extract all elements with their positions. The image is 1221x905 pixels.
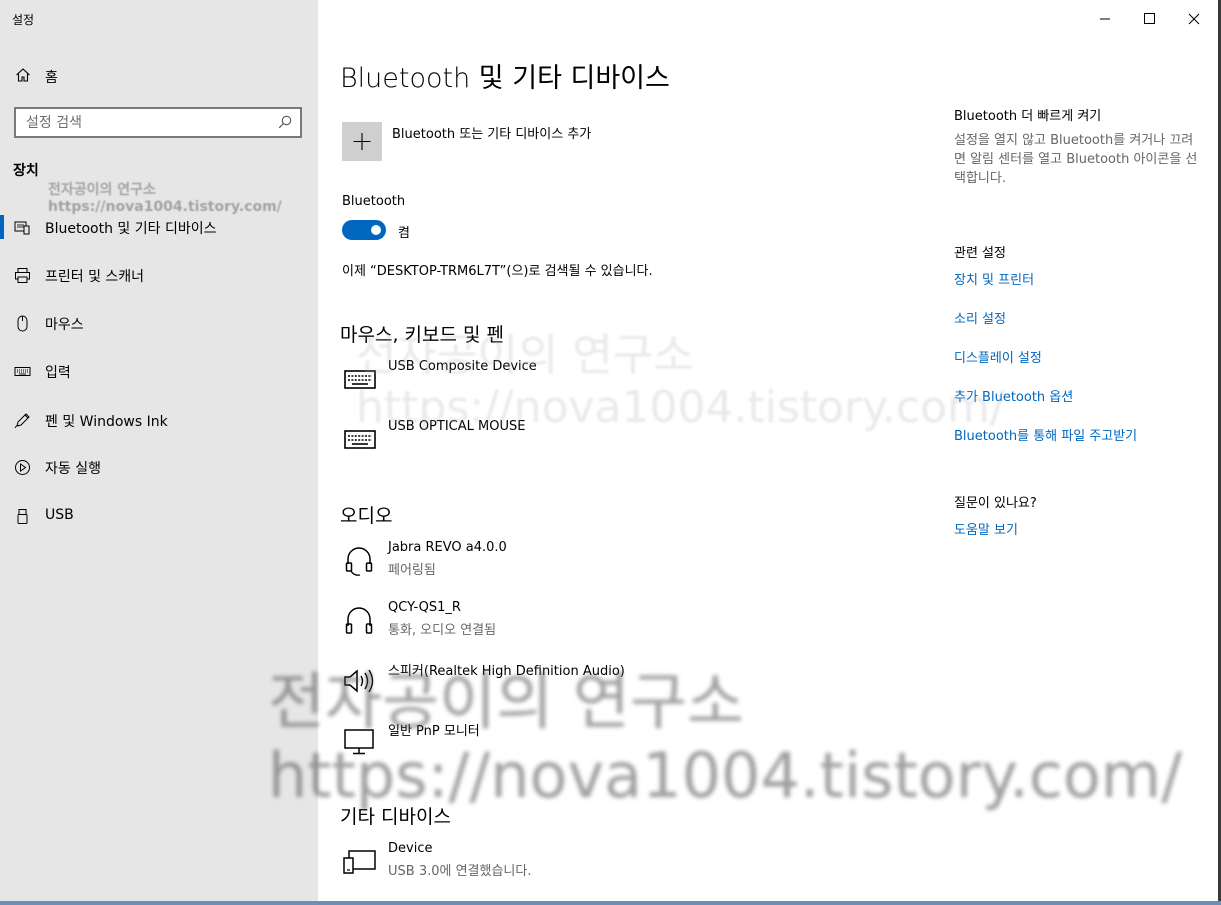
maximize-icon: [1144, 13, 1155, 24]
maximize-button[interactable]: [1126, 6, 1172, 32]
group-title-audio: 오디오: [340, 505, 393, 527]
mouse-icon: [17, 315, 28, 332]
sidebar-item-label: Bluetooth 및 기타 디바이스: [45, 221, 217, 237]
link-bluetooth-file-transfer[interactable]: Bluetooth를 통해 파일 주고받기: [954, 425, 1137, 444]
minimize-icon: [1100, 18, 1110, 20]
main-panel: Bluetooth 및 기타 디바이스 Bluetooth 또는 기타 디바이스…: [318, 0, 1221, 905]
device-item[interactable]: USB OPTICAL MOUSE: [338, 419, 898, 469]
sidebar-item-usb[interactable]: USB: [0, 496, 318, 536]
sidebar: 설정 홈 장치 Bluetooth 및 기타 디바이스: [0, 0, 318, 905]
sidebar-item-autoplay[interactable]: 자동 실행: [0, 447, 318, 487]
search-icon[interactable]: [278, 115, 292, 129]
add-device-label[interactable]: Bluetooth 또는 기타 디바이스 추가: [392, 123, 591, 142]
device-item[interactable]: Device USB 3.0에 연결했습니다.: [338, 841, 898, 891]
bluetooth-devices-icon: [14, 221, 30, 235]
sidebar-item-label: 입력: [45, 365, 71, 381]
sidebar-item-label: USB: [45, 507, 74, 523]
device-status: 페어링됨: [388, 563, 436, 578]
search-box[interactable]: [14, 107, 302, 138]
related-settings-title: 관련 설정: [954, 246, 1006, 261]
sidebar-item-bluetooth[interactable]: Bluetooth 및 기타 디바이스: [0, 207, 318, 247]
sidebar-item-label: 펜 및 Windows Ink: [45, 414, 168, 430]
nav-home-label: 홈: [45, 70, 58, 86]
device-item[interactable]: USB Composite Device: [338, 359, 898, 409]
nav-home[interactable]: 홈: [0, 62, 318, 90]
device-status: USB 3.0에 연결했습니다.: [388, 864, 532, 879]
sidebar-item-typing[interactable]: 입력: [0, 351, 318, 391]
device-status: 통화, 오디오 연결됨: [388, 623, 497, 638]
add-device-button[interactable]: [342, 122, 382, 161]
question-title: 질문이 있나요?: [954, 496, 1037, 511]
sidebar-item-label: 마우스: [45, 317, 84, 333]
section-title: 장치: [13, 163, 39, 179]
device-name: 스피커(Realtek High Definition Audio): [388, 664, 625, 679]
minimize-button[interactable]: [1082, 6, 1128, 32]
device-item[interactable]: QCY-QS1_R 통화, 오디오 연결됨: [338, 600, 898, 650]
device-name: USB OPTICAL MOUSE: [388, 419, 526, 434]
discoverable-text: 이제 “DESKTOP-TRM6L7T”(으)로 검색될 수 있습니다.: [342, 264, 653, 279]
page-title: Bluetooth 및 기타 디바이스: [340, 63, 670, 94]
headphones-icon: [345, 607, 373, 634]
app-title: 설정: [12, 13, 35, 27]
sidebar-item-label: 프린터 및 스캐너: [45, 269, 145, 285]
device-name: 일반 PnP 모니터: [388, 724, 480, 739]
device-item[interactable]: 스피커(Realtek High Definition Audio): [338, 660, 898, 710]
keyboard-icon: [344, 370, 376, 389]
device-name: QCY-QS1_R: [388, 600, 461, 615]
sidebar-item-pen[interactable]: 펜 및 Windows Ink: [0, 400, 318, 440]
monitor-icon: [344, 729, 374, 755]
headset-icon: [345, 547, 373, 576]
faster-text: 설정을 열지 않고 Bluetooth를 켜거나 끄려면 알림 센터를 열고 B…: [954, 133, 1198, 186]
close-icon: [1188, 13, 1200, 25]
group-title-input: 마우스, 키보드 및 펜: [340, 324, 504, 346]
device-item[interactable]: 일반 PnP 모니터: [338, 720, 898, 770]
search-input[interactable]: [16, 109, 271, 136]
group-title-other: 기타 디바이스: [340, 806, 451, 828]
bluetooth-label: Bluetooth: [342, 194, 406, 209]
device-name: USB Composite Device: [388, 359, 537, 374]
toggle-state: 켬: [398, 226, 410, 241]
close-button[interactable]: [1171, 6, 1217, 32]
link-display-settings[interactable]: 디스플레이 설정: [954, 347, 1042, 366]
autoplay-icon: [15, 460, 30, 475]
usb-icon: [17, 509, 28, 524]
link-sound-settings[interactable]: 소리 설정: [954, 308, 1006, 327]
link-get-help[interactable]: 도움말 보기: [954, 519, 1018, 538]
device-name: Device: [388, 841, 433, 856]
keyboard-icon: [14, 367, 31, 376]
sidebar-item-printers[interactable]: 프린터 및 스캐너: [0, 255, 318, 295]
watermark-small-line1: 전자공이의 연구소: [48, 182, 156, 198]
printer-icon: [15, 268, 30, 283]
keyboard-icon: [344, 430, 376, 449]
sidebar-item-label: 자동 실행: [45, 461, 101, 477]
speaker-icon: [344, 669, 374, 693]
faster-title: Bluetooth 더 빠르게 켜기: [954, 109, 1102, 124]
bluetooth-toggle[interactable]: [342, 220, 386, 240]
toggle-knob: [371, 225, 381, 235]
link-devices-printers[interactable]: 장치 및 프린터: [954, 269, 1034, 288]
home-icon: [16, 68, 30, 82]
generic-device-icon: [343, 850, 376, 874]
device-item[interactable]: Jabra REVO a4.0.0 페어링됨: [338, 540, 898, 590]
device-name: Jabra REVO a4.0.0: [388, 540, 507, 555]
pen-icon: [14, 413, 30, 429]
taskbar-strip: [0, 901, 1221, 905]
plus-icon: [353, 133, 371, 150]
sidebar-item-mouse[interactable]: 마우스: [0, 303, 318, 343]
link-more-bluetooth-options[interactable]: 추가 Bluetooth 옵션: [954, 386, 1073, 405]
